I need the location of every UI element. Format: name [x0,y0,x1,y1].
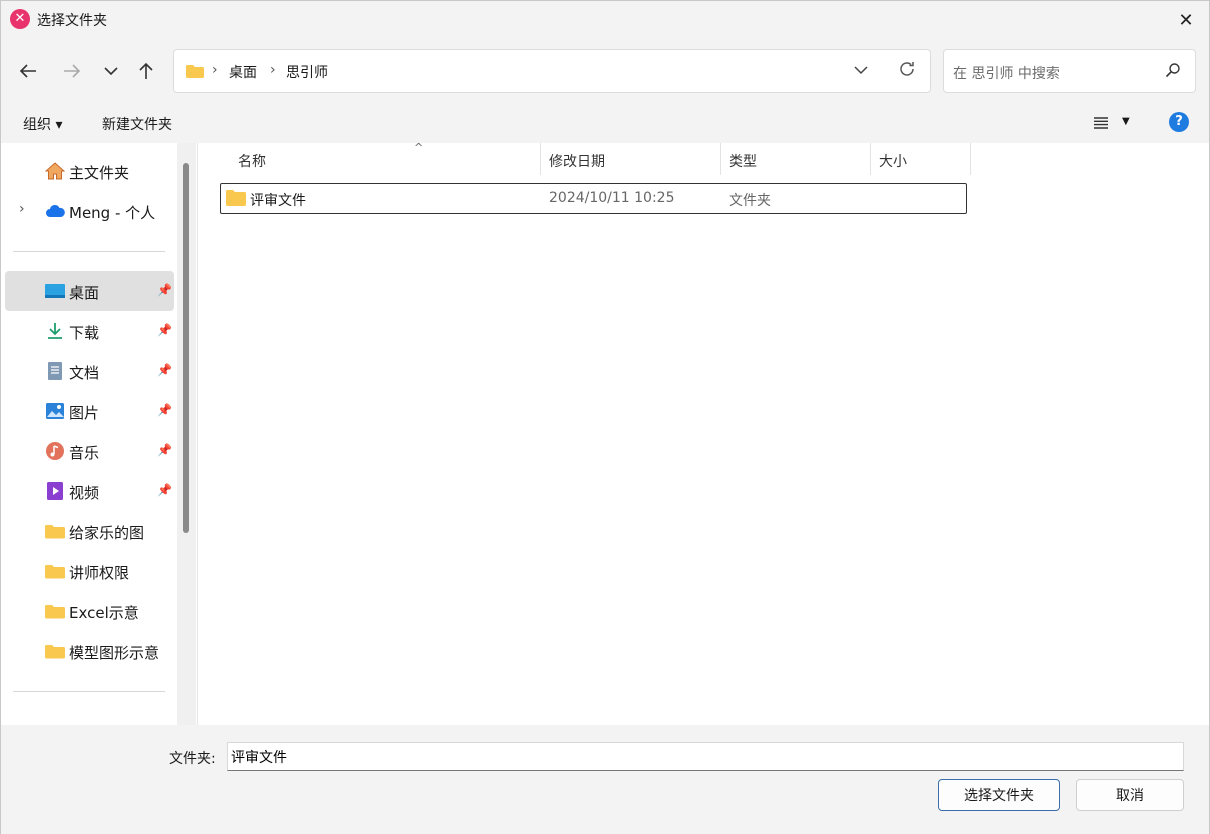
sidebar-item-label: 文档 [69,364,100,382]
organize-menu-button[interactable]: 组织 ▾ [23,114,62,134]
folder-icon [226,190,246,206]
sidebar-item-label: 主文件夹 [69,164,130,182]
search-box[interactable]: 在 思引师 中搜索 [943,49,1196,93]
chevron-down-icon [854,66,868,75]
chevron-down-icon [104,67,118,76]
view-options-button[interactable] [1093,115,1109,134]
column-header-modified[interactable]: 修改日期 [541,143,721,175]
up-button[interactable] [132,59,160,83]
sidebar-item-label: 模型图形示意 [69,644,160,662]
folder-icon [45,565,65,579]
sidebar-item-folder[interactable]: 给家乐的图 [5,511,174,551]
navigation-pane: 主文件夹 › Meng - 个人 桌面 📌 下载 📌 文档 📌 图片 📌 音乐 … [1,143,196,725]
breadcrumb-desktop[interactable]: 桌面 [229,62,257,82]
search-icon [1165,63,1180,78]
folder-label: 文件夹: [169,751,216,767]
navigation-bar: › 桌面 › 思引师 在 思引师 中搜索 [1,39,1209,103]
sidebar-item-folder[interactable]: Excel示意 [5,591,174,631]
select-folder-button[interactable]: 选择文件夹 [938,779,1060,811]
sidebar-item-folder[interactable]: 模型图形示意 [5,631,174,671]
pin-icon[interactable]: 📌 [157,483,172,497]
sidebar-divider [13,251,165,252]
sidebar-item-label: 下载 [69,324,100,342]
arrow-up-icon [139,62,153,79]
pin-icon[interactable]: 📌 [157,443,172,457]
sidebar-item-music[interactable]: 音乐 📌 [5,431,174,471]
pin-icon[interactable]: 📌 [157,323,172,337]
address-history-button[interactable] [854,60,868,79]
sidebar-item-downloads[interactable]: 下载 📌 [5,311,174,351]
chevron-right-icon: › [212,62,218,78]
sidebar-item-label: Excel示意 [69,604,139,622]
title-bar: ✕ 选择文件夹 ✕ [1,1,1209,39]
close-icon: ✕ [1178,9,1194,31]
sidebar-item-home[interactable]: 主文件夹 [5,151,174,191]
home-icon [45,162,65,180]
pin-icon[interactable]: 📌 [157,403,172,417]
sidebar-item-label: Meng - 个人 [69,204,156,222]
back-button[interactable] [14,59,42,83]
dialog-footer: 文件夹: 选择文件夹 取消 [1,725,1209,834]
file-modified: 2024/10/11 10:25 [549,190,675,206]
file-name: 评审文件 [250,193,306,209]
sidebar-scrollbar[interactable] [177,143,196,725]
view-dropdown-icon[interactable]: ▼ [1122,116,1130,127]
forward-button[interactable] [58,59,86,83]
sidebar-item-videos[interactable]: 视频 📌 [5,471,174,511]
breadcrumb-current[interactable]: 思引师 [286,62,328,82]
help-icon[interactable]: ? [1169,112,1189,132]
cloud-icon [46,204,65,217]
sort-ascending-icon: ^ [414,141,424,154]
sidebar-item-label: 视频 [69,484,100,502]
sidebar-item-onedrive[interactable]: › Meng - 个人 [5,191,174,231]
sidebar-divider [13,691,165,692]
recent-locations-button[interactable] [97,59,125,83]
refresh-icon [900,62,914,76]
sidebar-item-documents[interactable]: 文档 📌 [5,351,174,391]
music-icon [46,442,64,460]
command-bar: 组织 ▾ 新建文件夹 ▼ ? [1,103,1209,143]
sidebar-item-label: 图片 [69,404,100,422]
folder-icon [45,605,65,619]
sidebar-item-label: 桌面 [69,284,100,302]
address-bar[interactable]: › 桌面 › 思引师 [173,49,931,93]
pin-icon[interactable]: 📌 [157,363,172,377]
file-row[interactable]: 评审文件 2024/10/11 10:25 文件夹 [220,183,967,214]
new-folder-button[interactable]: 新建文件夹 [102,114,172,134]
sidebar-item-desktop[interactable]: 桌面 📌 [5,271,174,311]
sidebar-item-pictures[interactable]: 图片 📌 [5,391,174,431]
sidebar-item-label: 音乐 [69,444,100,462]
desktop-icon [45,284,65,298]
pictures-icon [46,403,64,419]
sidebar-item-label: 讲师权限 [69,564,130,582]
pin-icon[interactable]: 📌 [157,283,172,297]
chevron-right-icon[interactable]: › [19,201,25,217]
window-title: 选择文件夹 [37,13,107,29]
folder-icon [186,65,204,78]
arrow-left-icon [19,64,36,78]
list-view-icon [1094,117,1108,129]
folder-name-input[interactable] [227,742,1184,771]
search-placeholder: 在 思引师 中搜索 [953,66,1060,82]
file-type: 文件夹 [729,193,771,209]
column-header-type[interactable]: 类型 [721,143,871,175]
folder-icon [45,525,65,539]
folder-icon [45,645,65,659]
video-icon [47,482,63,500]
close-button[interactable]: ✕ [1163,1,1209,39]
refresh-button[interactable] [898,59,916,83]
cancel-button[interactable]: 取消 [1076,779,1184,811]
sidebar-item-label: 给家乐的图 [69,524,145,542]
document-icon [48,362,62,380]
chevron-right-icon: › [270,62,276,78]
scrollbar-thumb[interactable] [183,163,189,533]
folder-picker-dialog: ✕ 选择文件夹 ✕ › 桌面 › 思引师 在 思引师 中搜索 组织 ▾ 新建文件… [0,0,1210,834]
sidebar-item-folder[interactable]: 讲师权限 [5,551,174,591]
app-logo-icon: ✕ [10,9,30,29]
column-header-name[interactable]: 名称 ^ [230,141,541,175]
file-list: 名称 ^ 修改日期 类型 大小 评审文件 2024/10/11 10:25 文件… [197,141,1207,725]
arrow-right-icon [64,64,81,78]
download-icon [48,323,62,339]
column-header-size[interactable]: 大小 [871,143,971,175]
